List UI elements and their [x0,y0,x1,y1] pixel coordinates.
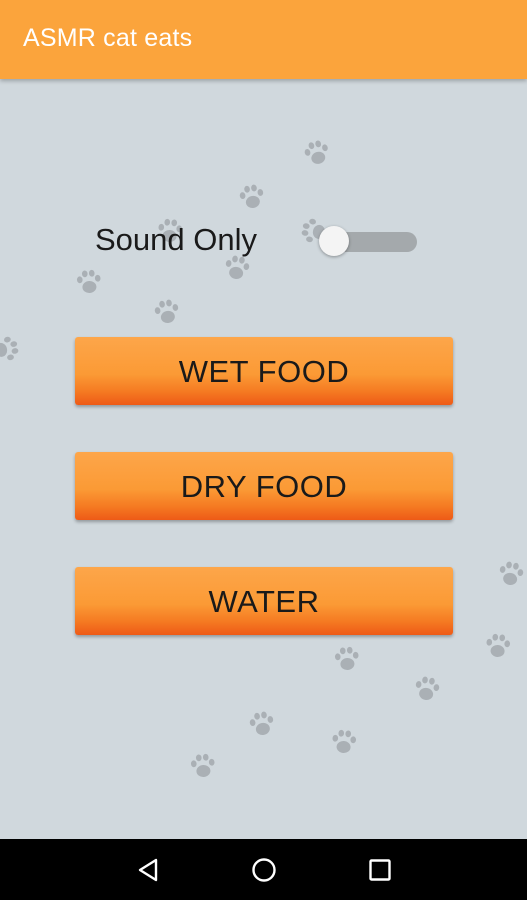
app-bar: ASMR cat eats [0,0,527,79]
paw-print-icon [246,708,278,740]
app-title: ASMR cat eats [23,24,193,52]
wet-food-button-label: WET FOOD [178,354,350,389]
back-triangle-icon[interactable] [131,853,165,887]
recents-square-icon[interactable] [363,853,397,887]
sound-only-toggle[interactable] [319,224,419,256]
system-nav-bar [0,839,527,900]
wet-food-button[interactable]: WET FOOD [75,337,453,405]
paw-print-icon [188,751,218,781]
dry-food-button-label: DRY FOOD [180,469,348,504]
dry-food-button[interactable]: DRY FOOD [75,452,453,520]
paw-print-icon [329,727,359,757]
home-circle-icon[interactable] [247,853,281,887]
paw-print-icon [151,296,183,328]
paw-print-icon [332,644,362,674]
paw-print-icon [495,558,527,590]
water-button[interactable]: WATER [75,567,453,635]
sound-only-label: Sound Only [95,222,257,257]
paw-print-icon [411,673,443,705]
paw-print-icon [236,181,268,213]
water-button-label: WATER [208,584,320,619]
paw-print-icon [74,267,104,297]
paw-print-icon [483,631,513,661]
toggle-thumb[interactable] [319,226,349,256]
sound-only-row: Sound Only [95,220,425,260]
